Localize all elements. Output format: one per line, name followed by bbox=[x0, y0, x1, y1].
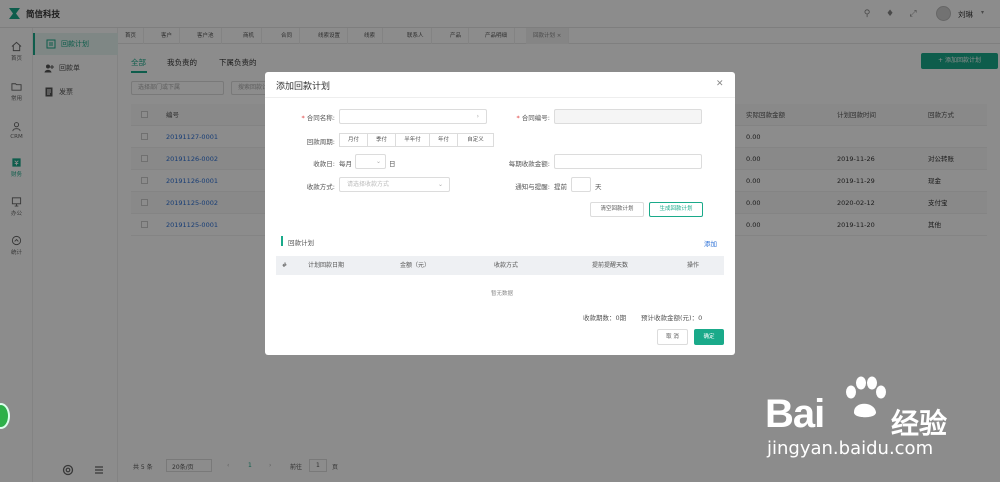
collect-day-label: 收款日: bbox=[313, 160, 335, 168]
section-marker bbox=[281, 236, 283, 246]
plan-table-header: # 计划回款日期 金额（元） 收款方式 提前提醒天数 操作 bbox=[276, 256, 724, 275]
dialog-title: 添加回款计划 bbox=[276, 82, 331, 92]
paw-logo bbox=[846, 376, 886, 418]
cycle-monthly-button[interactable]: 月付 bbox=[339, 133, 368, 147]
generate-plan-button[interactable]: 生成回款计划 bbox=[649, 202, 703, 217]
notify-label: 通知与提醒: bbox=[515, 183, 550, 191]
clear-plan-button[interactable]: 清空回款计划 bbox=[590, 202, 644, 217]
dialog-divider bbox=[265, 97, 735, 98]
contract-no-label: * 合同编号: bbox=[516, 114, 550, 122]
chevron-right-icon: › bbox=[476, 113, 479, 120]
chevron-down-icon: ⌄ bbox=[375, 158, 381, 165]
close-icon[interactable]: ✕ bbox=[716, 79, 724, 89]
each-amount-label: 每期收款金额: bbox=[508, 160, 550, 168]
method-label: 收款方式: bbox=[306, 183, 335, 191]
watermark-text2: 经验 bbox=[891, 407, 948, 440]
cycle-yearly-button[interactable]: 年付 bbox=[429, 133, 458, 147]
cancel-button[interactable]: 取 消 bbox=[657, 329, 688, 345]
each-amount-input[interactable] bbox=[554, 154, 702, 169]
cycle-quarterly-button[interactable]: 季付 bbox=[367, 133, 396, 147]
cycle-label: 回款周期: bbox=[306, 138, 335, 146]
contract-name-input[interactable]: › bbox=[339, 109, 487, 124]
section-title: 回款计划 bbox=[288, 239, 314, 247]
cycle-halfyear-button[interactable]: 半年付 bbox=[395, 133, 430, 147]
add-payment-plan-dialog: 添加回款计划 ✕ * 合同名称: › * 合同编号: 回款周期: 月付 季付 半… bbox=[265, 72, 735, 355]
contract-name-label: * 合同名称: bbox=[301, 114, 335, 122]
contract-no-input[interactable] bbox=[554, 109, 702, 124]
method-select[interactable]: 请选择收款方式 ⌄ bbox=[339, 177, 450, 192]
notify-days-input[interactable] bbox=[571, 177, 591, 192]
watermark-text: Bai bbox=[765, 392, 825, 436]
period-count: 收款期数：0期 bbox=[583, 314, 627, 322]
collect-day-select[interactable]: ⌄ bbox=[355, 154, 386, 169]
chevron-down-icon: ⌄ bbox=[437, 181, 443, 188]
watermark-url: jingyan.baidu.com bbox=[767, 438, 934, 459]
expected-amount: 预计收款金额(元)：0 bbox=[641, 314, 703, 322]
confirm-button[interactable]: 确定 bbox=[694, 329, 724, 345]
empty-text: 暂无数据 bbox=[491, 291, 514, 297]
cycle-custom-button[interactable]: 自定义 bbox=[457, 133, 494, 147]
add-plan-link[interactable]: 添加 bbox=[704, 238, 717, 248]
